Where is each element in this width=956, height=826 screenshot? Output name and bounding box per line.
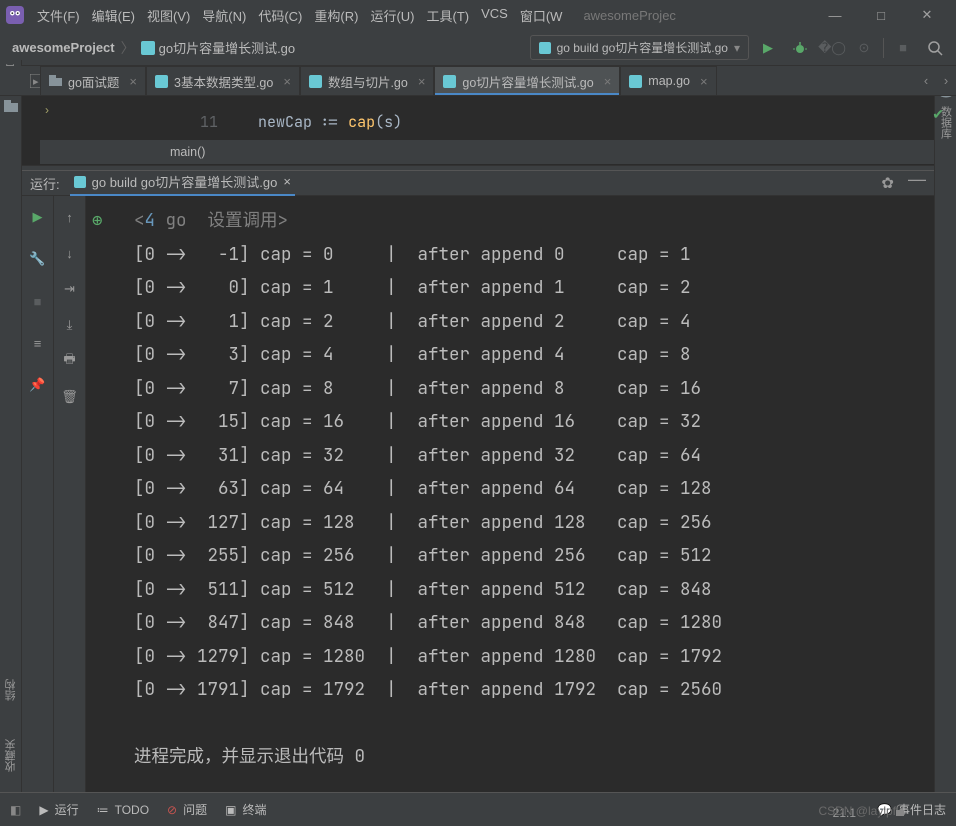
menu-item[interactable]: 文件(F): [32, 4, 85, 27]
navigation-bar: awesomeProject 〉 go切片容量增长测试.go go build …: [0, 30, 956, 66]
console-actions-gutter: ↑ ↓ ⇥ ⤓ 🖶 🗑: [54, 196, 86, 792]
footer-todo[interactable]: ≔ TODO: [97, 803, 149, 817]
folder-icon[interactable]: [4, 100, 18, 114]
go-file-icon: [539, 42, 551, 54]
scroll-end-icon[interactable]: ⤓: [59, 314, 81, 336]
main-menu: 文件(F)编辑(E)视图(V)导航(N)代码(C)重构(R)运行(U)工具(T)…: [32, 4, 567, 27]
close-tab-icon[interactable]: ×: [129, 74, 137, 89]
run-actions-gutter: ▶ 🔧 ■ ≡ 📌: [22, 196, 54, 792]
menu-item[interactable]: VCS: [476, 4, 513, 27]
menu-item[interactable]: 重构(R): [309, 4, 363, 27]
print-icon[interactable]: 🖶: [59, 350, 81, 372]
editor-breadcrumb[interactable]: main(): [40, 140, 934, 164]
run-panel-label: 运行:: [30, 174, 60, 193]
inspection-ok-icon[interactable]: ✔: [932, 106, 944, 123]
menu-item[interactable]: 工具(T): [421, 4, 474, 27]
chevron-down-icon: ▾: [734, 41, 740, 55]
file-tab[interactable]: 数组与切片.go×: [300, 66, 434, 95]
menu-item[interactable]: 编辑(E): [87, 4, 140, 27]
gutter-icon[interactable]: ›: [40, 96, 54, 124]
close-tab-icon[interactable]: ×: [283, 174, 291, 189]
search-button[interactable]: [922, 35, 948, 61]
go-file-icon: [141, 41, 155, 55]
footer-run[interactable]: ▶ 运行: [39, 801, 78, 818]
run-config-tab[interactable]: go build go切片容量增长测试.go ×: [70, 170, 295, 196]
footer-terminal[interactable]: ▣ 终端: [225, 801, 266, 818]
breadcrumb-project[interactable]: awesomeProject: [12, 40, 115, 55]
menu-item[interactable]: 代码(C): [253, 4, 307, 27]
debug-button[interactable]: [787, 35, 813, 61]
app-logo-icon: [6, 6, 24, 24]
footer-problems[interactable]: ⊘ 问题: [167, 801, 207, 818]
project-name: awesomeProject: [12, 40, 115, 55]
favorites-tool[interactable]: 收藏夹: [3, 739, 19, 772]
up-icon[interactable]: ↑: [59, 206, 81, 228]
menu-item[interactable]: 视图(V): [142, 4, 195, 27]
pin-icon[interactable]: 📌: [27, 374, 49, 396]
run-panel-header: 运行: go build go切片容量增长测试.go × ✿ —: [22, 170, 934, 196]
trash-icon[interactable]: 🗑: [59, 386, 81, 408]
down-icon[interactable]: ↓: [59, 242, 81, 264]
tab-next-icon[interactable]: ›: [936, 73, 956, 88]
soft-wrap-icon[interactable]: ⇥: [59, 278, 81, 300]
menu-item[interactable]: 导航(N): [197, 4, 251, 27]
left-tool-strip: 项目 结构 收藏夹: [0, 60, 22, 826]
breadcrumb-file[interactable]: go切片容量增长测试.go: [141, 38, 296, 57]
run-config-selector[interactable]: go build go切片容量增长测试.go ▾: [530, 35, 749, 60]
go-file-icon: [74, 176, 86, 188]
svg-text:▸: ▸: [33, 76, 39, 88]
settings-icon[interactable]: ✿: [881, 174, 894, 192]
close-tab-icon[interactable]: ×: [604, 74, 612, 89]
status-bar: ◧ ▶ 运行 ≔ TODO ⊘ 问题 ▣ 终端 💬 事件日志: [0, 792, 956, 826]
close-button[interactable]: ✕: [904, 0, 950, 30]
file-tab[interactable]: go面试题×: [40, 66, 146, 95]
hide-panel-icon[interactable]: —: [908, 174, 926, 192]
close-tab-icon[interactable]: ×: [418, 74, 426, 89]
wrench-icon[interactable]: 🔧: [27, 248, 49, 270]
watermark: CSDN @laylpf: [818, 804, 896, 818]
editor-tabs: ▸ go面试题×3基本数据类型.go×数组与切片.go×go切片容量增长测试.g…: [0, 66, 956, 96]
coverage-button[interactable]: �◯: [819, 35, 845, 61]
structure-tool[interactable]: 结构: [3, 679, 19, 701]
menu-item[interactable]: 窗口(W: [515, 4, 568, 27]
run-button[interactable]: ▶: [755, 35, 781, 61]
minimize-button[interactable]: ―: [812, 0, 858, 30]
right-tool-strip: 数据库: [934, 80, 956, 792]
stop-button[interactable]: ■: [890, 35, 916, 61]
chevron-right-icon: 〉: [121, 38, 135, 58]
profile-button[interactable]: ⊙: [851, 35, 877, 61]
layout-icon[interactable]: ≡: [27, 332, 49, 354]
titlebar: 文件(F)编辑(E)视图(V)导航(N)代码(C)重构(R)运行(U)工具(T)…: [0, 0, 956, 30]
tool-window-quick-icon[interactable]: ◧: [10, 803, 21, 817]
stop-icon[interactable]: ■: [27, 290, 49, 312]
code-line: 11newCap := cap(s): [200, 112, 402, 132]
file-tab[interactable]: map.go×: [620, 66, 716, 95]
run-panel: ▶ 🔧 ■ ≡ 📌 ↑ ↓ ⇥ ⤓ 🖶 🗑 ⊕<4 go 设置调用> [0 ->…: [22, 196, 934, 792]
maximize-button[interactable]: □: [858, 0, 904, 30]
close-tab-icon[interactable]: ×: [283, 74, 291, 89]
console-output[interactable]: ⊕<4 go 设置调用> [0 -> -1] cap = 0 | after a…: [86, 196, 934, 792]
window-title: awesomeProjec: [583, 8, 676, 23]
close-tab-icon[interactable]: ×: [700, 74, 708, 89]
file-tab[interactable]: 3基本数据类型.go×: [146, 66, 300, 95]
menu-item[interactable]: 运行(U): [365, 4, 419, 27]
tab-prev-icon[interactable]: ‹: [916, 73, 936, 88]
rerun-icon[interactable]: ▶: [27, 206, 49, 228]
file-tab[interactable]: go切片容量增长测试.go×: [434, 66, 620, 95]
